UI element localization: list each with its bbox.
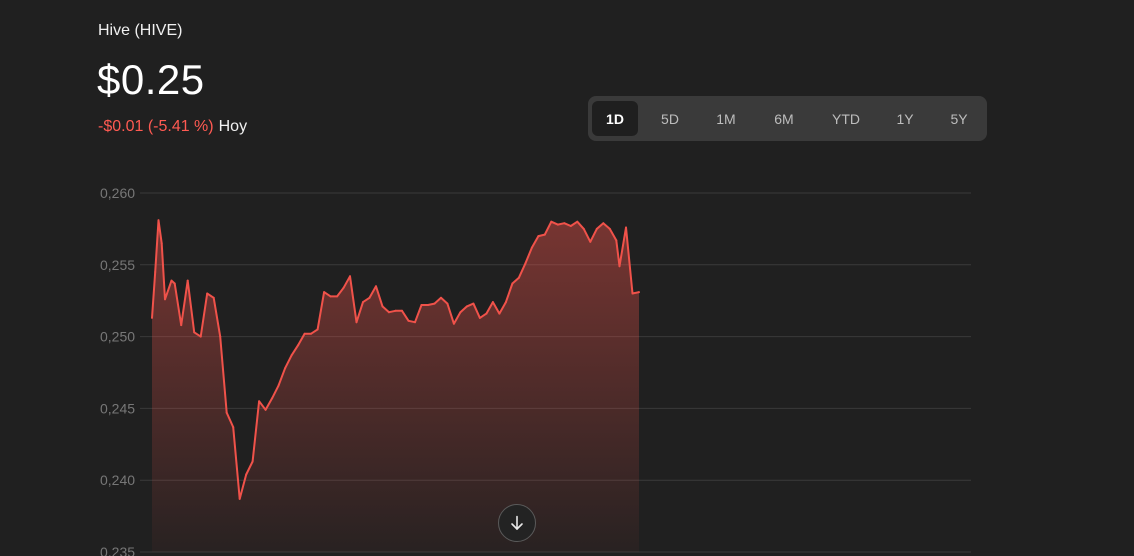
data-point bbox=[589, 240, 592, 243]
data-point bbox=[264, 408, 267, 411]
data-point bbox=[349, 275, 351, 278]
y-tick-label: 0,235 bbox=[100, 544, 135, 556]
data-point bbox=[173, 282, 176, 285]
data-point bbox=[472, 302, 475, 305]
data-point bbox=[232, 426, 235, 429]
data-point bbox=[530, 246, 533, 249]
data-point bbox=[388, 311, 390, 314]
data-point bbox=[238, 497, 241, 500]
data-point bbox=[310, 332, 313, 335]
data-point bbox=[524, 262, 527, 265]
data-point bbox=[452, 322, 455, 325]
data-point bbox=[459, 311, 462, 314]
data-point bbox=[504, 301, 507, 304]
data-point bbox=[277, 384, 280, 387]
data-point bbox=[375, 285, 377, 288]
scroll-down-button[interactable] bbox=[498, 504, 536, 542]
data-point bbox=[615, 239, 618, 242]
data-point bbox=[164, 298, 166, 301]
data-point bbox=[394, 309, 397, 312]
arrow-down-icon bbox=[511, 515, 523, 530]
data-point bbox=[323, 291, 326, 294]
data-point bbox=[303, 332, 306, 335]
y-tick-label: 0,255 bbox=[100, 257, 135, 273]
data-point bbox=[186, 279, 189, 282]
data-point bbox=[157, 219, 160, 222]
data-point bbox=[271, 397, 274, 400]
data-point bbox=[569, 225, 572, 227]
data-point bbox=[485, 312, 488, 315]
data-point bbox=[251, 460, 254, 463]
data-point bbox=[625, 226, 627, 229]
data-point bbox=[465, 305, 468, 308]
data-point bbox=[491, 301, 494, 304]
data-point bbox=[170, 279, 173, 282]
data-point bbox=[290, 354, 293, 357]
data-point bbox=[381, 305, 384, 308]
data-point bbox=[582, 227, 585, 230]
price-chart: 0,235 0,240 0,245 0,250 0,255 0,260 bbox=[100, 185, 971, 556]
data-point bbox=[362, 301, 364, 304]
data-point bbox=[595, 227, 598, 230]
data-point bbox=[329, 295, 332, 298]
data-point bbox=[180, 324, 183, 327]
data-point bbox=[550, 220, 553, 223]
data-point bbox=[446, 302, 449, 305]
data-point bbox=[245, 473, 248, 476]
data-point bbox=[414, 321, 416, 324]
data-point bbox=[631, 292, 634, 295]
data-point bbox=[433, 302, 436, 305]
data-point bbox=[297, 344, 300, 347]
stock-quote-panel: Hive (HIVE) $0.25 -$0.01 (-5.41 %) Hoy 1D… bbox=[0, 0, 1134, 556]
data-point bbox=[225, 411, 228, 414]
data-point bbox=[258, 400, 261, 403]
data-point bbox=[556, 223, 559, 226]
data-point bbox=[151, 316, 153, 319]
data-point bbox=[602, 222, 605, 225]
data-point bbox=[517, 276, 520, 279]
data-point bbox=[537, 235, 540, 238]
y-axis-ticks: 0,235 0,240 0,245 0,250 0,255 0,260 bbox=[100, 185, 135, 556]
y-tick-label: 0,260 bbox=[100, 185, 135, 201]
data-point bbox=[355, 321, 358, 324]
data-point bbox=[563, 222, 566, 225]
y-tick-label: 0,250 bbox=[100, 329, 135, 345]
data-point bbox=[154, 271, 157, 273]
y-tick-label: 0,240 bbox=[100, 472, 135, 488]
data-point bbox=[427, 304, 429, 306]
data-point bbox=[420, 304, 423, 306]
data-point bbox=[478, 316, 481, 319]
data-point bbox=[193, 331, 196, 334]
data-point bbox=[284, 367, 287, 370]
data-point bbox=[206, 292, 209, 295]
data-point bbox=[336, 295, 339, 298]
y-tick-label: 0,245 bbox=[100, 400, 135, 416]
data-point bbox=[160, 242, 163, 245]
data-point bbox=[342, 286, 345, 289]
data-point bbox=[608, 227, 611, 230]
data-point bbox=[576, 220, 579, 223]
data-point bbox=[199, 335, 202, 338]
data-point bbox=[440, 296, 442, 299]
data-point bbox=[498, 312, 501, 315]
data-point bbox=[401, 309, 403, 312]
data-point bbox=[316, 328, 319, 331]
data-point bbox=[638, 291, 640, 294]
data-point bbox=[618, 265, 621, 268]
data-point bbox=[212, 296, 215, 299]
data-point bbox=[543, 233, 546, 236]
data-point bbox=[219, 335, 222, 338]
data-point bbox=[407, 319, 410, 322]
data-point bbox=[511, 282, 514, 285]
data-point bbox=[368, 296, 371, 299]
